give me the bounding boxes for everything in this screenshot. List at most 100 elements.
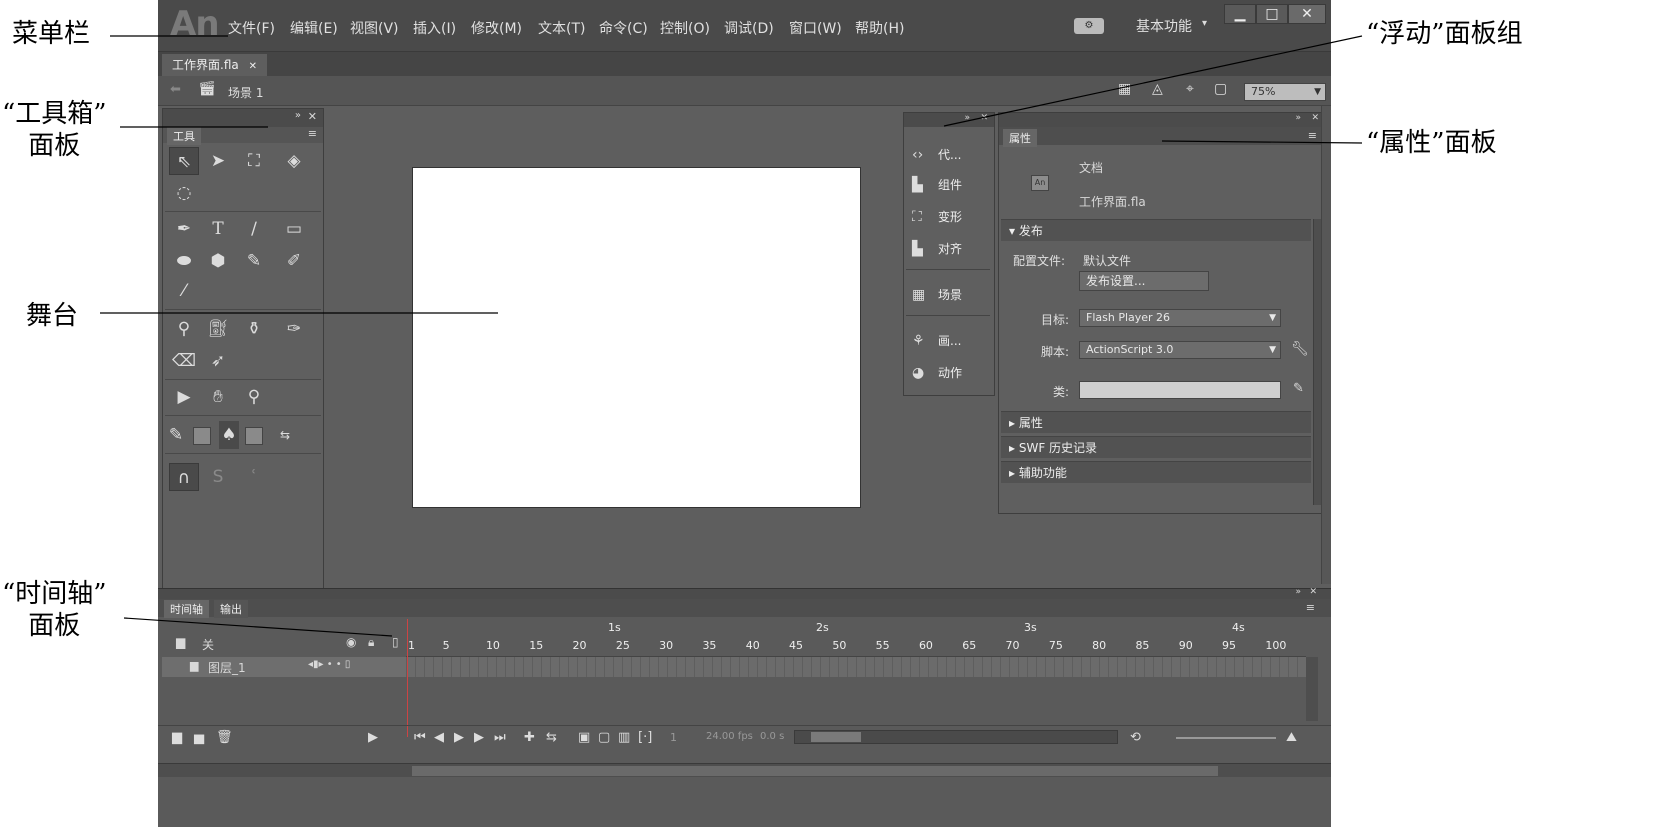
wrench-icon[interactable]: 🔧︎ xyxy=(1291,341,1309,357)
frames-area[interactable] xyxy=(406,657,1306,677)
close-panel-icon[interactable]: ✕ xyxy=(308,110,317,123)
pen-tool-icon[interactable]: ✒ xyxy=(169,215,199,243)
straighten-icon[interactable]: ʿ xyxy=(239,463,269,491)
stage[interactable] xyxy=(412,167,861,508)
script-select[interactable]: ActionScript 3.0 ▼ xyxy=(1079,341,1281,359)
menu-window[interactable]: 窗口(W) xyxy=(789,18,842,38)
selection-tool-icon[interactable]: ⇖ xyxy=(169,147,199,175)
edit-class-pencil-icon[interactable]: ✎ xyxy=(1293,381,1304,396)
new-folder-icon[interactable]: ▅ xyxy=(194,730,204,745)
edit-symbols-icon[interactable]: ◬ xyxy=(1152,81,1163,97)
polystar-tool-icon[interactable]: ⬢ xyxy=(203,247,233,275)
lasso-tool-icon[interactable]: ◌ xyxy=(169,179,199,207)
refresh-icon[interactable]: ⟲ xyxy=(1130,730,1141,745)
paint-bucket-tool-icon[interactable]: ⛽︎ xyxy=(203,315,233,343)
new-layer-icon[interactable]: ▆ xyxy=(172,730,182,745)
text-tool-icon[interactable]: T xyxy=(203,215,233,243)
free-transform-tool-icon[interactable]: ⛶ xyxy=(239,147,269,175)
frame-rate[interactable]: 24.00 fps xyxy=(706,731,753,742)
rectangle-tool-icon[interactable]: ▭ xyxy=(279,215,309,243)
elapsed-time[interactable]: 0.0 s xyxy=(760,731,784,742)
loop-icon[interactable]: ⇆ xyxy=(546,730,557,745)
workspace-chevron-icon[interactable]: ▾ xyxy=(1202,18,1207,29)
collapse-icon[interactable]: » xyxy=(964,113,970,123)
zoom-select[interactable]: 75% ▼ xyxy=(1244,83,1326,101)
eraser-tool-icon[interactable]: ⌫ xyxy=(169,347,199,375)
panel-align[interactable]: ▙ 对齐 xyxy=(912,237,962,261)
snap-icon[interactable]: ⌖ xyxy=(1186,81,1194,97)
edit-multiple-frames-icon[interactable]: ▥ xyxy=(618,730,630,745)
subselection-tool-icon[interactable]: ➤ xyxy=(203,147,233,175)
stage-vertical-scrollbar[interactable] xyxy=(1321,106,1331,584)
output-tab[interactable]: 输出 xyxy=(214,600,248,618)
oval-tool-icon[interactable]: ⬬ xyxy=(169,247,199,275)
bone-tool-icon[interactable]: ⚲ xyxy=(169,315,199,343)
panel-menu-icon[interactable]: ≡ xyxy=(1308,129,1317,142)
zoom-slider[interactable] xyxy=(1176,737,1276,739)
collapse-icon[interactable]: » xyxy=(1295,587,1301,597)
panel-transform[interactable]: ⛶ 变形 xyxy=(912,205,962,229)
fill-color-icon[interactable]: ♠ xyxy=(219,421,239,449)
close-panel-icon[interactable]: ✕ xyxy=(1311,113,1319,123)
close-window-button[interactable]: ✕ xyxy=(1288,4,1326,24)
section-swf-history[interactable]: ▸ SWF 历史记录 xyxy=(1001,436,1311,458)
close-panel-icon[interactable]: ✕ xyxy=(980,113,988,123)
menu-file[interactable]: 文件(F) xyxy=(228,18,275,38)
panel-menu-icon[interactable]: ≡ xyxy=(308,127,317,140)
layer-name[interactable]: 图层_1 xyxy=(208,659,246,676)
panel-actions[interactable]: ◕ 动作 xyxy=(912,361,962,385)
panel-brush-library[interactable]: ⚘ 画... xyxy=(912,329,961,353)
back-arrow-icon[interactable]: ⬅ xyxy=(170,82,181,97)
menu-modify[interactable]: 修改(M) xyxy=(471,18,522,38)
camera-icon[interactable]: ▶ xyxy=(368,730,378,745)
smooth-icon[interactable]: S xyxy=(203,463,233,491)
class-input[interactable] xyxy=(1079,381,1281,399)
menu-help[interactable]: 帮助(H) xyxy=(855,18,904,38)
menu-command[interactable]: 命令(C) xyxy=(599,18,648,38)
swap-colors-icon[interactable]: ⇆ xyxy=(269,421,301,449)
collapse-icon[interactable]: » xyxy=(295,110,301,121)
panel-code-snippets[interactable]: ‹› 代... xyxy=(912,143,961,167)
last-frame-icon[interactable]: ⏭︎ xyxy=(494,730,506,745)
delete-layer-icon[interactable]: 🗑︎ xyxy=(216,730,233,745)
tab-close-icon[interactable]: ✕ xyxy=(249,61,257,72)
workspace-switcher[interactable]: 基本功能 xyxy=(1136,16,1192,36)
hand-tool-icon[interactable]: ✋︎ xyxy=(203,383,233,411)
width-tool-icon[interactable]: ➶ xyxy=(203,347,233,375)
menu-insert[interactable]: 插入(I) xyxy=(413,18,456,38)
minimize-button[interactable]: ▁ xyxy=(1224,4,1256,24)
timeline-vertical-scrollbar[interactable] xyxy=(1306,657,1318,721)
maximize-button[interactable]: □ xyxy=(1256,4,1288,24)
scroll-thumb[interactable] xyxy=(811,732,861,742)
properties-tab[interactable]: 属性 xyxy=(1003,129,1037,147)
layer-controls-icon[interactable]: ◂▮▸ • • ▯ xyxy=(308,659,350,670)
center-frame-icon[interactable]: ✚ xyxy=(524,730,535,745)
layer-row[interactable]: ▆ 图层_1 ◂▮▸ • • ▯ xyxy=(162,657,406,677)
prev-frame-icon[interactable]: ◀ xyxy=(434,730,444,745)
section-accessibility[interactable]: ▸ 辅助功能 xyxy=(1001,461,1311,483)
onion-outline-icon[interactable]: ▢ xyxy=(598,730,610,745)
outline-icon[interactable]: ▯ xyxy=(392,635,399,649)
panel-menu-icon[interactable]: ≡ xyxy=(1306,601,1315,614)
first-frame-icon[interactable]: ⏮︎ xyxy=(414,730,426,745)
menu-edit[interactable]: 编辑(E) xyxy=(290,18,338,38)
close-panel-icon[interactable]: ✕ xyxy=(1309,587,1317,597)
play-icon[interactable]: ▶ xyxy=(454,730,464,745)
stroke-color-swatch[interactable] xyxy=(193,427,211,445)
playhead[interactable] xyxy=(407,619,408,737)
onion-skin-icon[interactable]: ▣ xyxy=(578,730,590,745)
camera-tool-icon[interactable]: ▶ xyxy=(169,383,199,411)
section-publish[interactable]: ▾ 发布 xyxy=(1001,219,1311,241)
target-select[interactable]: Flash Player 26 ▼ xyxy=(1079,309,1281,327)
3d-rotation-tool-icon[interactable]: ◈ xyxy=(279,147,309,175)
document-tab[interactable]: 工作界面.fla ✕ xyxy=(162,54,267,76)
menu-text[interactable]: 文本(T) xyxy=(538,18,585,38)
visibility-eye-icon[interactable]: ◉ xyxy=(346,635,356,649)
current-frame[interactable]: 1 xyxy=(670,731,677,744)
snap-to-objects-icon[interactable]: ∩ xyxy=(169,463,199,491)
fill-color-swatch[interactable] xyxy=(245,427,263,445)
sync-settings-icon[interactable]: ⚙ xyxy=(1074,18,1104,34)
paint-brush-tool-icon[interactable]: ⁄ xyxy=(169,277,199,305)
lock-icon[interactable]: 🔒︎ xyxy=(368,635,374,650)
zoom-mountain-icon[interactable]: ⛰︎ xyxy=(1286,730,1297,745)
